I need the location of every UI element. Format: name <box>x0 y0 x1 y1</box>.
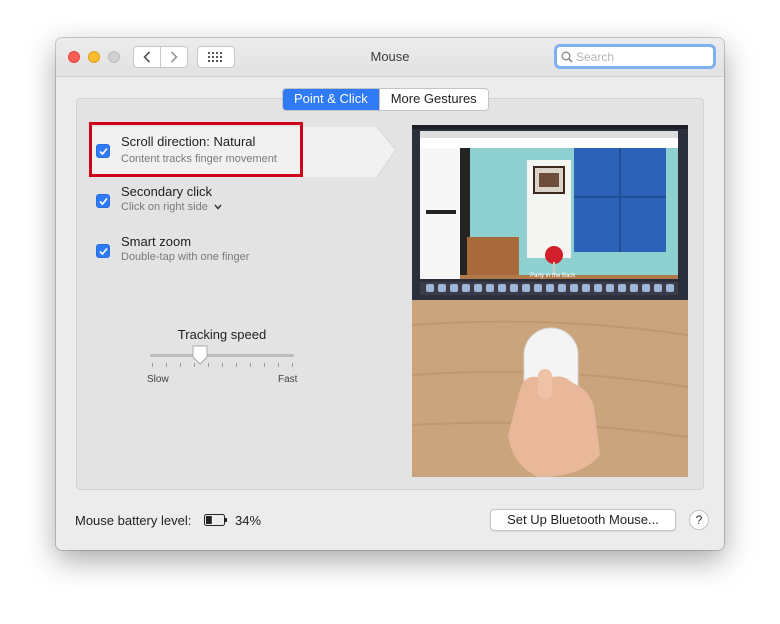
slider-tick <box>180 363 181 367</box>
option-subtitle: Double-tap with one finger <box>121 251 250 263</box>
slider-tick <box>166 363 167 367</box>
preview-illustration <box>412 125 688 477</box>
slider-tick <box>222 363 223 367</box>
secondary-click-checkbox[interactable] <box>96 194 110 208</box>
smart-zoom-checkbox[interactable] <box>96 244 110 258</box>
slider-tick <box>152 363 153 367</box>
battery-percentage: 34% <box>235 513 262 528</box>
slider-tick <box>250 363 251 367</box>
tracking-speed-track[interactable] <box>150 354 294 357</box>
tracking-speed-label: Tracking speed <box>177 327 267 342</box>
search-field[interactable]: Search <box>554 44 716 69</box>
slider-max-label: Fast <box>278 374 298 385</box>
slider-min-label: Slow <box>147 374 169 385</box>
search-icon <box>561 51 573 63</box>
mouse-preferences-window: Mouse Search Point & Click More Gestures… <box>56 38 724 550</box>
tab-more-gestures[interactable]: More Gestures <box>378 89 488 110</box>
help-button[interactable]: ? <box>689 510 709 530</box>
preview-caption: Party in the Back <box>530 273 576 279</box>
gesture-preview-video: Party in the Back <box>412 125 688 477</box>
search-placeholder: Search <box>576 49 615 64</box>
tracking-speed-slider-thumb[interactable] <box>192 345 208 365</box>
chevron-down-icon <box>214 204 222 210</box>
checkmark-icon <box>99 247 108 256</box>
highlight-box <box>89 122 303 177</box>
slider-tick <box>278 363 279 367</box>
option-subtitle: Click on right side <box>121 201 208 213</box>
setup-bluetooth-mouse-button[interactable]: Set Up Bluetooth Mouse... <box>490 509 676 531</box>
battery-icon <box>204 514 227 526</box>
checkmark-icon <box>99 197 108 206</box>
option-title: Secondary click <box>121 184 213 199</box>
slider-tick <box>236 363 237 367</box>
battery-level-label: Mouse battery level: <box>75 513 192 528</box>
secondary-click-dropdown[interactable]: Click on right side <box>121 201 222 213</box>
slider-tick <box>264 363 265 367</box>
option-title: Smart zoom <box>121 234 192 249</box>
tab-bar: Point & Click More Gestures <box>282 88 489 111</box>
tab-point-and-click[interactable]: Point & Click <box>283 89 379 110</box>
slider-tick <box>292 363 293 367</box>
title-bar: Mouse Search <box>56 38 724 77</box>
